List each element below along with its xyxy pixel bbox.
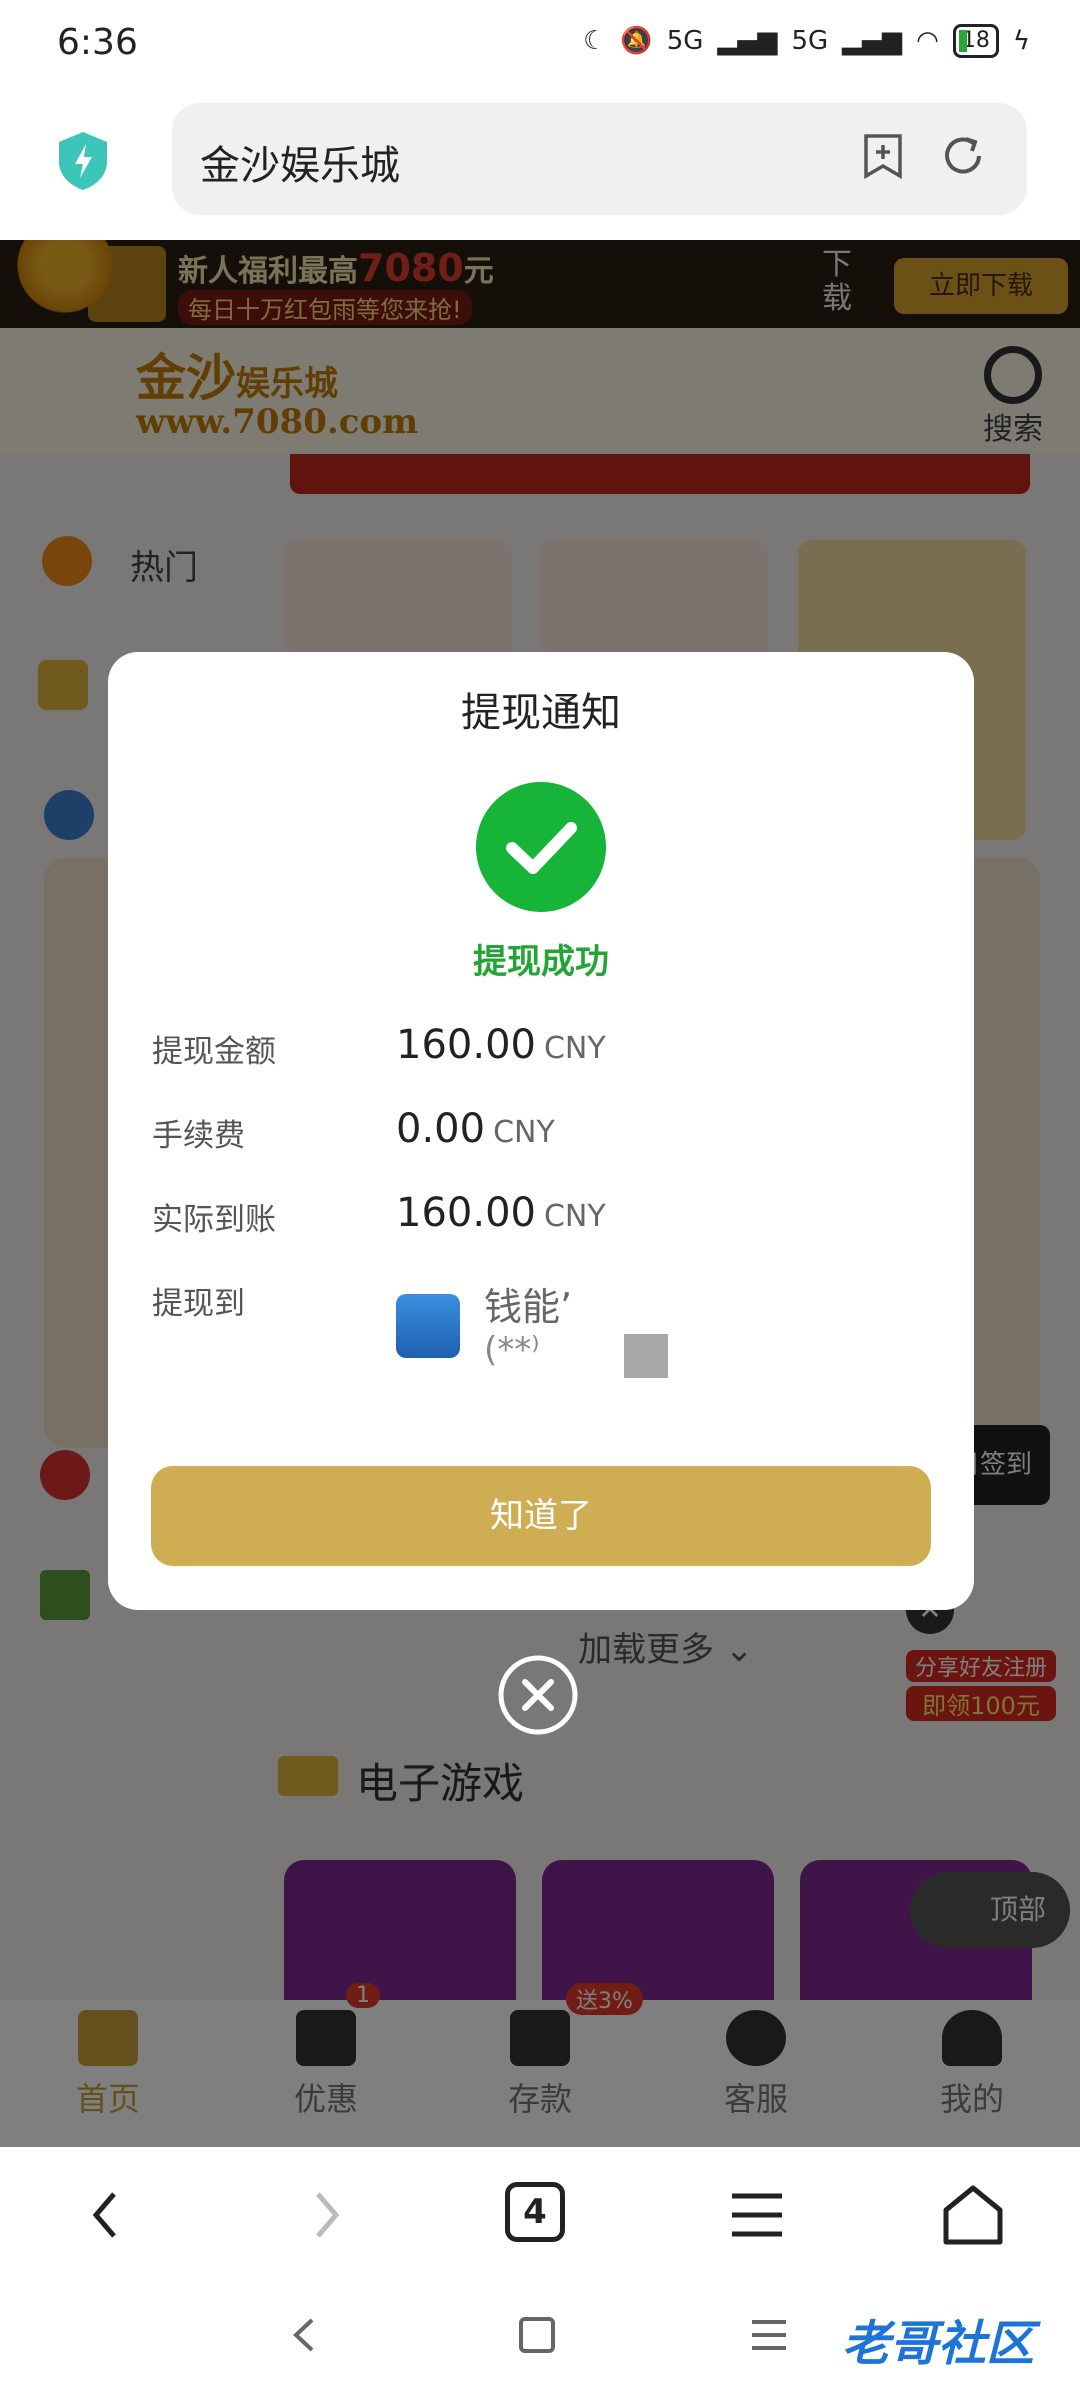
signal-5g-2: 5G	[791, 26, 829, 56]
tabs-button[interactable]: 4	[505, 2182, 565, 2242]
fee-value-row: 0.00 CNY	[396, 1106, 555, 1152]
status-icons: ☾ 🔕 5G ▂▄▆ 5G ▂▄▆ ◠ 18 ϟ	[583, 24, 1030, 58]
signal-bars-icon: ▂▄▆	[717, 26, 778, 56]
signal-5g-1: 5G	[666, 26, 704, 56]
confirm-button[interactable]: 知道了	[151, 1466, 931, 1566]
moon-icon: ☾	[583, 26, 607, 56]
amount-value: 160.00	[396, 1022, 536, 1068]
system-recents-icon[interactable]	[744, 2310, 794, 2360]
amount-unit: CNY	[543, 1031, 606, 1066]
signal-bars-icon-2: ▂▄▆	[842, 26, 903, 56]
checkmark-icon	[476, 782, 606, 912]
watermark-logo: 老哥社区	[842, 2316, 1035, 2372]
destination-name: 钱能’	[484, 1285, 573, 1329]
system-home-icon[interactable]	[512, 2310, 562, 2360]
received-value: 160.00	[396, 1190, 536, 1236]
charging-icon: ϟ	[1012, 26, 1030, 56]
close-dialog-icon[interactable]	[498, 1655, 578, 1735]
forward-icon[interactable]	[290, 2180, 360, 2250]
shield-icon[interactable]	[55, 130, 111, 192]
redaction-block	[624, 1334, 668, 1378]
home-nav-icon[interactable]	[938, 2180, 1008, 2250]
received-value-row: 160.00 CNY	[396, 1190, 606, 1236]
status-time: 6:36	[57, 22, 138, 63]
refresh-icon[interactable]	[940, 133, 986, 179]
address-bar-title[interactable]: 金沙娱乐城	[200, 133, 400, 191]
received-unit: CNY	[543, 1199, 606, 1234]
add-bookmark-icon[interactable]	[862, 133, 904, 179]
destination-account: (**⁾	[484, 1330, 540, 1370]
menu-icon[interactable]	[722, 2180, 792, 2250]
fee-label: 手续费	[152, 1118, 245, 1154]
battery-indicator: 18	[952, 24, 999, 58]
mute-icon: 🔕	[620, 26, 653, 56]
withdrawal-status: 提现成功	[473, 942, 609, 982]
received-label: 实际到账	[152, 1202, 276, 1238]
dialog-title: 提现通知	[461, 690, 621, 736]
destination-label: 提现到	[152, 1286, 245, 1322]
fee-value: 0.00	[396, 1106, 486, 1152]
back-icon[interactable]	[72, 2180, 142, 2250]
system-back-icon[interactable]	[280, 2310, 330, 2360]
wallet-app-icon	[396, 1294, 460, 1358]
fee-unit: CNY	[493, 1115, 555, 1150]
wifi-icon: ◠	[916, 26, 939, 56]
amount-value-row: 160.00 CNY	[396, 1022, 606, 1068]
amount-label: 提现金额	[152, 1034, 276, 1070]
